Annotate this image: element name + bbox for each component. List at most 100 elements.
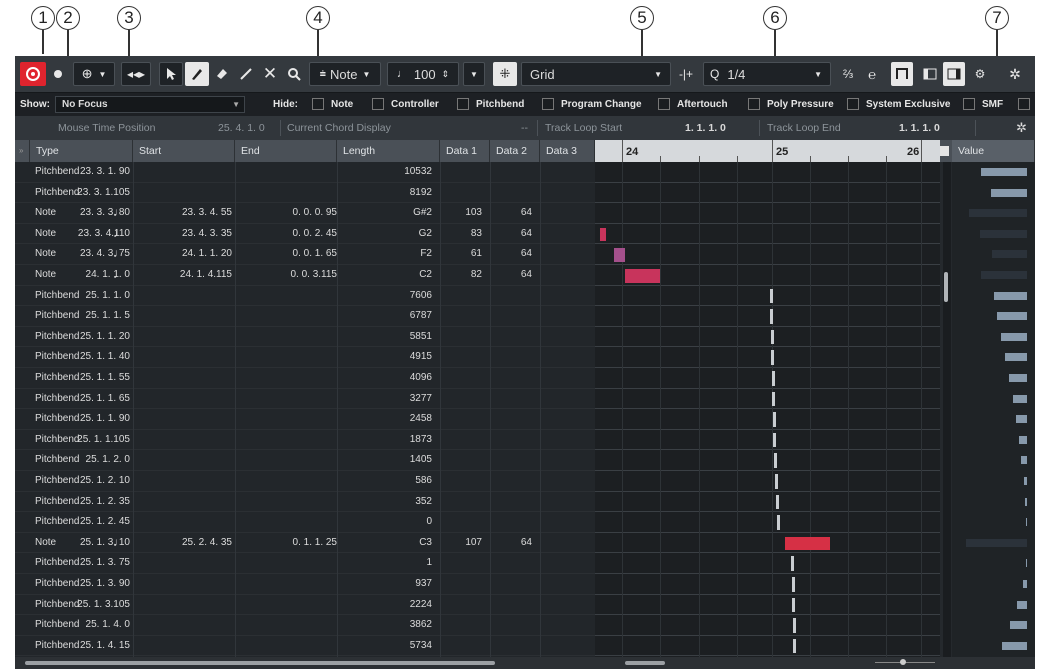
value-bar[interactable] [992,250,1027,259]
col-start[interactable]: Start [133,140,235,162]
col-length[interactable]: Length [337,140,440,162]
hide-pitchbend-checkbox[interactable] [457,98,469,110]
pitchbend-event-marker[interactable] [771,329,774,345]
pitchbend-event-marker[interactable] [793,618,796,633]
value-bar[interactable] [997,312,1027,321]
hide-smf-checkbox[interactable] [963,98,975,110]
table-row[interactable]: Note 23. 3. 4.110 23. 4. 3. 35 0. 0. 2. 45 G… [15,224,595,245]
table-row[interactable]: Pitchbend 25. 1. 2. 45 0 [15,512,595,533]
table-row[interactable]: Pitchbend 25. 1. 1.105 1873 [15,430,595,451]
expand-icon[interactable]: » [15,140,30,162]
value-bar[interactable] [1016,415,1027,424]
pitchbend-event-marker[interactable] [772,391,775,407]
mute-icon[interactable]: ✕ [259,62,281,86]
table-row[interactable]: Note 23. 3. 3. 80 23. 3. 4. 55 0. 0. 0. 95 G… [15,203,595,224]
pitchbend-event-marker[interactable] [793,638,796,654]
event-display[interactable] [595,162,940,657]
note-event-bar[interactable] [625,269,660,283]
value-bar[interactable] [1023,580,1027,588]
value-bar[interactable] [981,271,1027,279]
setup-window-icon[interactable]: ⚙ [969,62,991,86]
value-bar[interactable] [966,538,1027,547]
col-data2[interactable]: Data 2 [490,140,540,162]
pitchbend-event-marker[interactable] [773,432,776,448]
pitchbend-event-marker[interactable] [774,453,777,468]
pitchbend-event-marker[interactable] [770,288,773,304]
value-bar[interactable] [1017,600,1027,609]
value-bar[interactable] [980,229,1027,238]
eraser-icon[interactable] [211,62,233,86]
snap-type-select[interactable]: Grid ▼ [521,62,671,86]
pitchbend-event-marker[interactable] [777,515,780,530]
value-bar[interactable] [1026,518,1027,527]
note-event-bar[interactable] [600,227,606,242]
table-row[interactable]: Note 25. 1. 3. 10 25. 2. 4. 35 0. 1. 1. 25 C… [15,533,595,554]
auto-scroll-icon[interactable]: ⊕ ▼ [73,62,115,86]
note-event-bar[interactable] [614,248,625,262]
table-row[interactable]: Pitchbend 25. 1. 3.105 2224 [15,595,595,616]
col-end[interactable]: End [235,140,337,162]
hide-program-change-checkbox[interactable] [542,98,554,110]
table-row[interactable]: Pitchbend 25. 1. 1. 55 4096 [15,368,595,389]
zoom-slider-handle[interactable] [900,659,906,665]
horizontal-scrollbar[interactable] [15,657,1035,669]
hide-aftertouch-checkbox[interactable] [658,98,670,110]
value-bar[interactable] [991,188,1027,197]
zoom-icon[interactable] [283,62,305,86]
hide-poly-pressure-checkbox[interactable] [748,98,760,110]
hide-controller-checkbox[interactable] [372,98,384,110]
value-bar[interactable] [1019,435,1027,444]
table-row[interactable]: Pitchbend 23. 3. 1.105 8192 [15,183,595,204]
value-bar[interactable] [1025,497,1027,506]
grid-snap-icon[interactable]: -|+ [675,62,697,86]
hide-more-checkbox[interactable] [1018,98,1030,110]
pointer-icon[interactable] [159,62,183,86]
table-row[interactable]: Note 23. 4. 3. 75 24. 1. 1. 20 0. 0. 1. 65 F… [15,244,595,265]
value-bar[interactable] [1005,353,1027,362]
col-data3[interactable]: Data 3 [540,140,595,162]
vertical-scroll-thumb[interactable] [944,272,948,302]
pitchbend-event-marker[interactable] [775,474,778,489]
table-row[interactable]: Note 24. 1. 1. 0 24. 1. 4.115 0. 0. 3.115 C2… [15,265,595,286]
table-row[interactable]: Pitchbend 25. 1. 2. 35 352 [15,492,595,513]
table-row[interactable]: Pitchbend 25. 1. 4. 0 3862 [15,615,595,636]
pitchbend-event-marker[interactable] [792,577,795,592]
list-scroll-thumb[interactable] [25,661,495,665]
value-bar[interactable] [981,168,1027,176]
hide-system-exclusive-checkbox[interactable] [847,98,859,110]
quantize-select[interactable]: Q 1/4 ▼ [703,62,831,86]
value-bar[interactable] [1013,394,1027,403]
col-type[interactable]: Type [30,140,133,162]
value-bar[interactable] [994,291,1027,300]
vertical-scrollbar[interactable] [943,162,951,657]
note-event-bar[interactable] [785,536,830,551]
event-display-ruler[interactable]: 24 25 26 [595,140,940,162]
value-bar[interactable] [1001,332,1027,341]
table-row[interactable]: Pitchbend 25. 1. 1. 0 7606 [15,286,595,307]
table-row[interactable]: Pitchbend 25. 1. 3. 75 1 [15,553,595,574]
settings-icon[interactable]: ✲ [1003,62,1027,86]
velocity-dropdown[interactable]: ▼ [463,62,485,86]
info-settings-icon[interactable]: ✲ [1016,120,1027,136]
value-zoom-icon[interactable] [939,146,949,156]
focus-select[interactable]: No Focus ▼ [55,96,245,113]
pencil-icon[interactable] [185,62,209,86]
right-zone-icon[interactable] [943,62,965,86]
table-row[interactable]: Pitchbend 25. 1. 2. 0 1405 [15,450,595,471]
pitchbend-event-marker[interactable] [791,556,794,571]
value-bar[interactable] [1021,456,1027,465]
table-row[interactable]: Pitchbend 25. 1. 1. 20 5851 [15,327,595,348]
table-row[interactable]: Pitchbend 25. 1. 1. 40 4915 [15,347,595,368]
pitchbend-event-marker[interactable] [776,494,779,510]
acoustic-feedback-icon[interactable]: ◂◂▸ [121,62,151,86]
display-scroll-thumb[interactable] [625,661,665,665]
table-row[interactable]: Pitchbend 25. 1. 1. 90 2458 [15,409,595,430]
listen-icon[interactable] [20,62,46,86]
value-bar[interactable] [1024,477,1027,485]
table-row[interactable]: Pitchbend 25. 1. 2. 10 586 [15,471,595,492]
record-icon[interactable] [49,62,67,86]
table-row[interactable]: Pitchbend 25. 1. 1. 65 3277 [15,389,595,410]
value-column[interactable] [952,162,1035,657]
value-bar[interactable] [1026,559,1027,568]
left-zone-icon[interactable] [919,62,941,86]
